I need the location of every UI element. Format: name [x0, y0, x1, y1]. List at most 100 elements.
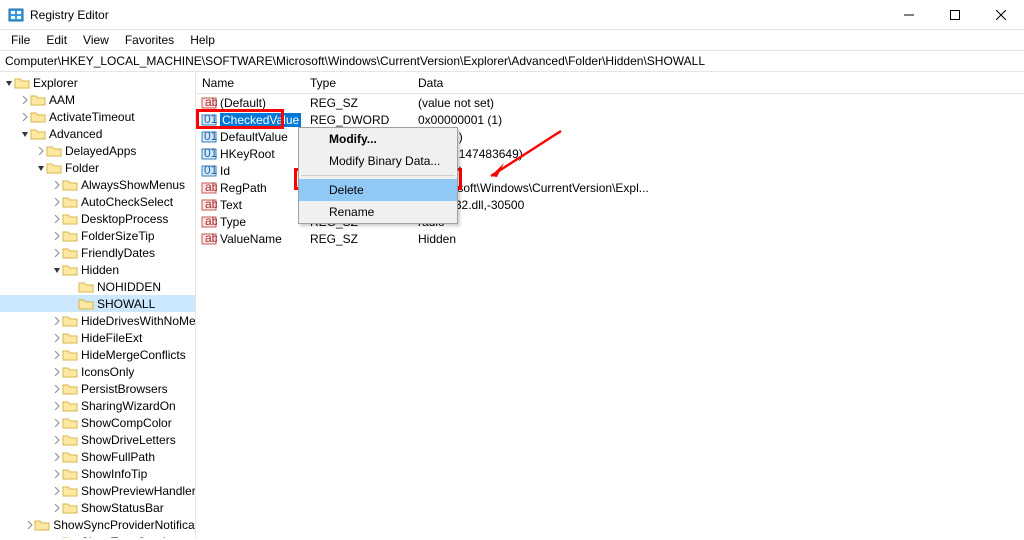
value-name: HKeyRoot: [220, 147, 304, 161]
tree-item[interactable]: Folder: [0, 159, 196, 176]
tree-item[interactable]: AutoCheckSelect: [0, 193, 196, 210]
expand-icon[interactable]: [36, 147, 46, 155]
value-row[interactable]: ab(Default)REG_SZ(value not set): [196, 94, 1024, 111]
tree-item[interactable]: SHOWALL: [0, 295, 196, 312]
tree-item-label: ShowCompColor: [81, 416, 172, 430]
expand-icon[interactable]: [52, 198, 62, 206]
tree-item[interactable]: AlwaysShowMenus: [0, 176, 196, 193]
tree-item[interactable]: ShowCompColor: [0, 414, 196, 431]
minimize-button[interactable]: [886, 0, 932, 29]
tree-item-label: AlwaysShowMenus: [81, 178, 185, 192]
tree-item[interactable]: ShowInfoTip: [0, 465, 196, 482]
tree-item[interactable]: Advanced: [0, 125, 196, 142]
value-data: (value not set): [412, 96, 1024, 110]
value-row[interactable]: abValueNameREG_SZHidden: [196, 230, 1024, 247]
string-icon: ab: [201, 214, 217, 230]
tree-item[interactable]: ShowDriveLetters: [0, 431, 196, 448]
value-row[interactable]: 011CheckedValueREG_DWORD0x00000001 (1): [196, 111, 1024, 128]
svg-text:ab: ab: [205, 214, 217, 228]
ctx-modify-binary-data[interactable]: Modify Binary Data...: [299, 150, 457, 172]
col-type[interactable]: Type: [304, 76, 412, 90]
tree-item[interactable]: AAM: [0, 91, 196, 108]
tree-item[interactable]: HideDrivesWithNoMedia: [0, 312, 196, 329]
tree-item-label: SharingWizardOn: [81, 399, 176, 413]
menu-edit[interactable]: Edit: [39, 31, 74, 49]
tree-item[interactable]: FriendlyDates: [0, 244, 196, 261]
tree-item[interactable]: Explorer: [0, 74, 196, 91]
close-button[interactable]: [978, 0, 1024, 29]
tree-item[interactable]: DesktopProcess: [0, 210, 196, 227]
tree-item-label: Hidden: [81, 263, 119, 277]
context-menu: Modify...Modify Binary Data... DeleteRena…: [298, 127, 458, 224]
expand-icon[interactable]: [26, 521, 34, 529]
expand-icon[interactable]: [52, 402, 62, 410]
tree-item[interactable]: ShowSyncProviderNotifications: [0, 516, 196, 533]
expand-icon[interactable]: [52, 232, 62, 240]
tree-item[interactable]: ShowPreviewHandlers: [0, 482, 196, 499]
expand-icon[interactable]: [52, 317, 62, 325]
tree-item-label: HideDrivesWithNoMedia: [81, 314, 196, 328]
address-bar[interactable]: Computer\HKEY_LOCAL_MACHINE\SOFTWARE\Mic…: [0, 50, 1024, 72]
string-icon: ab: [201, 231, 217, 247]
menu-favorites[interactable]: Favorites: [118, 31, 181, 49]
col-name[interactable]: Name: [196, 76, 304, 90]
expand-icon[interactable]: [52, 368, 62, 376]
tree-item-label: AutoCheckSelect: [81, 195, 173, 209]
folder-icon: [62, 314, 78, 328]
tree-item[interactable]: ShowFullPath: [0, 448, 196, 465]
folder-icon: [30, 127, 46, 141]
expand-icon[interactable]: [52, 334, 62, 342]
value-name: Id: [220, 164, 304, 178]
tree-item-label: Explorer: [33, 76, 78, 90]
expand-icon[interactable]: [52, 249, 62, 257]
expand-icon[interactable]: [52, 419, 62, 427]
maximize-button[interactable]: [932, 0, 978, 29]
folder-icon: [62, 467, 78, 481]
tree-item[interactable]: IconsOnly: [0, 363, 196, 380]
expand-icon[interactable]: [4, 79, 14, 87]
tree-item[interactable]: PersistBrowsers: [0, 380, 196, 397]
tree-item-label: ShowDriveLetters: [81, 433, 176, 447]
menu-help[interactable]: Help: [183, 31, 222, 49]
tree-item[interactable]: SharingWizardOn: [0, 397, 196, 414]
expand-icon[interactable]: [52, 453, 62, 461]
tree-pane[interactable]: ExplorerAAMActivateTimeoutAdvancedDelaye…: [0, 72, 196, 538]
expand-icon[interactable]: [36, 164, 46, 172]
tree-item[interactable]: DelayedApps: [0, 142, 196, 159]
expand-icon[interactable]: [52, 266, 62, 274]
folder-icon: [62, 212, 78, 226]
window-title: Registry Editor: [30, 8, 886, 22]
folder-icon: [62, 229, 78, 243]
expand-icon[interactable]: [20, 96, 30, 104]
tree-item[interactable]: ShowTypeOverlay: [0, 533, 196, 538]
expand-icon[interactable]: [52, 385, 62, 393]
ctx-modify[interactable]: Modify...: [299, 128, 457, 150]
expand-icon[interactable]: [52, 215, 62, 223]
tree-item[interactable]: Hidden: [0, 261, 196, 278]
expand-icon[interactable]: [52, 538, 62, 539]
tree-item[interactable]: ShowStatusBar: [0, 499, 196, 516]
expand-icon[interactable]: [52, 181, 62, 189]
col-data[interactable]: Data: [412, 76, 1024, 90]
expand-icon[interactable]: [52, 487, 62, 495]
titlebar: Registry Editor: [0, 0, 1024, 30]
expand-icon[interactable]: [52, 504, 62, 512]
value-name: CheckedValue: [220, 113, 304, 127]
tree-item[interactable]: NOHIDDEN: [0, 278, 196, 295]
tree-item-label: HideFileExt: [81, 331, 142, 345]
column-headers[interactable]: Name Type Data: [196, 72, 1024, 94]
tree-item[interactable]: HideFileExt: [0, 329, 196, 346]
expand-icon[interactable]: [20, 130, 30, 138]
menu-file[interactable]: File: [4, 31, 37, 49]
ctx-delete[interactable]: Delete: [299, 179, 457, 201]
tree-item[interactable]: FolderSizeTip: [0, 227, 196, 244]
menu-view[interactable]: View: [76, 31, 116, 49]
ctx-rename[interactable]: Rename: [299, 201, 457, 223]
tree-item[interactable]: ActivateTimeout: [0, 108, 196, 125]
svg-text:ab: ab: [205, 95, 217, 109]
expand-icon[interactable]: [52, 436, 62, 444]
expand-icon[interactable]: [20, 113, 30, 121]
expand-icon[interactable]: [52, 470, 62, 478]
tree-item[interactable]: HideMergeConflicts: [0, 346, 196, 363]
expand-icon[interactable]: [52, 351, 62, 359]
